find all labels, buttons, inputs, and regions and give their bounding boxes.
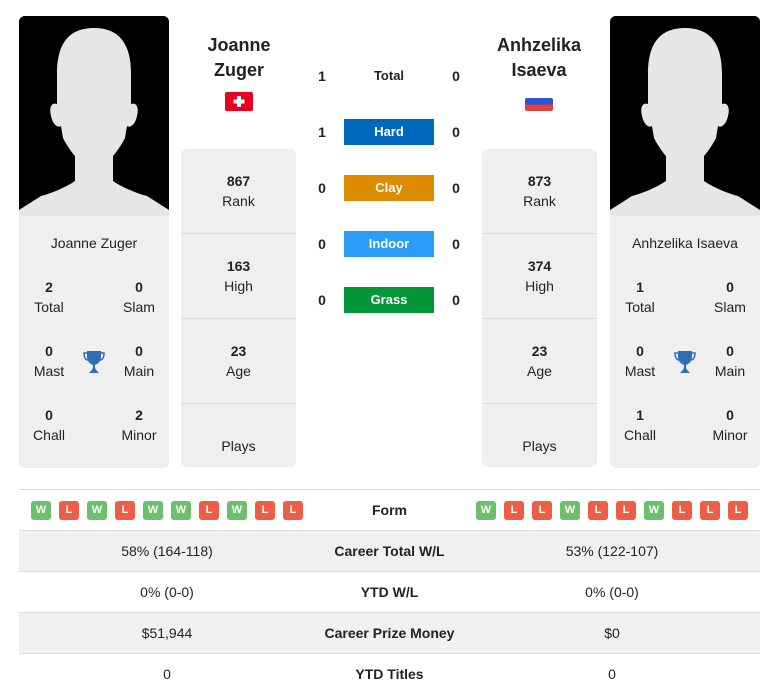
h2h-p1-value: 0 bbox=[318, 236, 326, 252]
player1-chall-titles: 0 Chall bbox=[33, 407, 65, 443]
avatar-silhouette-icon bbox=[19, 16, 169, 216]
h2h-p1-value: 0 bbox=[318, 292, 326, 308]
h2h-clay-row: 0 Clay 0 bbox=[310, 175, 468, 201]
surface-hard-badge[interactable]: Hard bbox=[344, 119, 434, 145]
form-win-badge[interactable]: W bbox=[171, 500, 191, 520]
player2-mast-titles: 0 Mast bbox=[624, 343, 656, 379]
h2h-label: Total bbox=[373, 68, 405, 83]
player1-age: 23 Age bbox=[181, 319, 296, 404]
form-loss-badge[interactable]: L bbox=[115, 500, 135, 520]
player1-form: WLWLWWLWLL bbox=[19, 500, 315, 520]
player2-plays: Plays bbox=[522, 438, 557, 454]
form-loss-badge[interactable]: L bbox=[616, 500, 636, 520]
form-win-badge[interactable]: W bbox=[227, 500, 247, 520]
player2-minor-titles: 0 Minor bbox=[712, 407, 748, 443]
trophy-icon bbox=[670, 330, 700, 394]
form-loss-badge[interactable]: L bbox=[255, 500, 275, 520]
player2-high: 374 High bbox=[482, 234, 597, 319]
form-win-badge[interactable]: W bbox=[143, 500, 163, 520]
form-loss-badge[interactable]: L bbox=[588, 500, 608, 520]
trophy-icon bbox=[79, 330, 109, 394]
player1-ytd-titles: 0 bbox=[163, 666, 171, 682]
form-win-badge[interactable]: W bbox=[476, 500, 496, 520]
comparison-table: WLWLWWLWLL Form WLLWLLWLLL 58% (164-118)… bbox=[19, 489, 760, 694]
form-loss-badge[interactable]: L bbox=[283, 500, 303, 520]
form-win-badge[interactable]: W bbox=[644, 500, 664, 520]
career-wl-row: 58% (164-118) Career Total W/L 53% (122-… bbox=[19, 530, 760, 571]
form-loss-badge[interactable]: L bbox=[532, 500, 552, 520]
player1-prize-money: $51,944 bbox=[141, 625, 193, 641]
player2-form: WLLWLLWLLL bbox=[464, 500, 760, 520]
player1-mast-titles: 0 Mast bbox=[33, 343, 65, 379]
player1-total-titles: 2 Total bbox=[34, 279, 64, 315]
player2-card-name: Anhzelika Isaeva bbox=[632, 235, 738, 251]
form-win-badge[interactable]: W bbox=[31, 500, 51, 520]
player1-main-titles: 0 Main bbox=[123, 343, 155, 379]
avatar-silhouette-icon bbox=[610, 16, 760, 216]
ytd-wl-row: 0% (0-0) YTD W/L 0% (0-0) bbox=[19, 571, 760, 612]
player2-total-titles: 1 Total bbox=[625, 279, 655, 315]
player2-slam-titles: 0 Slam bbox=[714, 279, 746, 315]
h2h-p2-value: 0 bbox=[452, 180, 460, 196]
switzerland-flag-icon bbox=[225, 92, 253, 111]
form-row: WLWLWWLWLL Form WLLWLLWLLL bbox=[19, 489, 760, 530]
h2h-total-row: 1 Total 0 bbox=[310, 63, 468, 89]
player2-main-titles: 0 Main bbox=[714, 343, 746, 379]
form-loss-badge[interactable]: L bbox=[728, 500, 748, 520]
player2-stats-panel: 873 Rank 374 High 23 Age Plays bbox=[482, 149, 597, 467]
prize-money-row: $51,944 Career Prize Money $0 bbox=[19, 612, 760, 653]
h2h-p1-value: 1 bbox=[318, 124, 326, 140]
h2h-p2-value: 0 bbox=[452, 124, 460, 140]
player1-slam-titles: 0 Slam bbox=[123, 279, 155, 315]
form-win-badge[interactable]: W bbox=[87, 500, 107, 520]
russia-flag-icon bbox=[525, 98, 553, 111]
player1-stats-panel: 867 Rank 163 High 23 Age Plays bbox=[181, 149, 296, 467]
row-label: Career Prize Money bbox=[324, 625, 455, 641]
row-label: YTD W/L bbox=[360, 584, 419, 600]
form-loss-badge[interactable]: L bbox=[700, 500, 720, 520]
form-loss-badge[interactable]: L bbox=[59, 500, 79, 520]
row-label: Form bbox=[372, 502, 407, 518]
player1-minor-titles: 2 Minor bbox=[121, 407, 157, 443]
ytd-titles-row: 0 YTD Titles 0 bbox=[19, 653, 760, 694]
player2-ytd-wl: 0% (0-0) bbox=[585, 584, 639, 600]
player1-ytd-wl: 0% (0-0) bbox=[140, 584, 194, 600]
h2h-p1-value: 0 bbox=[318, 180, 326, 196]
player1-career-wl: 58% (164-118) bbox=[121, 543, 213, 559]
player2-chall-titles: 1 Chall bbox=[624, 407, 656, 443]
player2-titles-card: Anhzelika Isaeva 1 Total 0 Slam 0 Mast 0 Mai… bbox=[610, 216, 760, 468]
h2h-p1-value: 1 bbox=[318, 68, 326, 84]
player2-career-wl: 53% (122-107) bbox=[565, 543, 659, 559]
player1-titles-card: Joanne Zuger 2 Total 0 Slam 0 Mast 0 Main 0C… bbox=[19, 216, 169, 468]
player2-ytd-titles: 0 bbox=[608, 666, 616, 682]
form-loss-badge[interactable]: L bbox=[504, 500, 524, 520]
form-loss-badge[interactable]: L bbox=[199, 500, 219, 520]
player2-prize-money: $0 bbox=[604, 625, 620, 641]
player1-name[interactable]: Joanne Zuger bbox=[164, 33, 314, 83]
h2h-hard-row: 1 Hard 0 bbox=[310, 119, 468, 145]
form-win-badge[interactable]: W bbox=[560, 500, 580, 520]
player2-rank: 873 Rank bbox=[482, 149, 597, 234]
player2-photo[interactable] bbox=[610, 16, 760, 216]
surface-indoor-badge[interactable]: Indoor bbox=[344, 231, 434, 257]
h2h-grass-row: 0 Grass 0 bbox=[310, 287, 468, 313]
surface-clay-badge[interactable]: Clay bbox=[344, 175, 434, 201]
form-loss-badge[interactable]: L bbox=[672, 500, 692, 520]
player2-name[interactable]: Anhzelika Isaeva bbox=[464, 33, 614, 83]
player1-high: 163 High bbox=[181, 234, 296, 319]
h2h-indoor-row: 0 Indoor 0 bbox=[310, 231, 468, 257]
player1-rank: 867 Rank bbox=[181, 149, 296, 234]
player1-photo[interactable] bbox=[19, 16, 169, 216]
row-label: YTD Titles bbox=[355, 666, 424, 682]
player2-age: 23 Age bbox=[482, 319, 597, 404]
surface-grass-badge[interactable]: Grass bbox=[344, 287, 434, 313]
h2h-p2-value: 0 bbox=[452, 236, 460, 252]
h2h-p2-value: 0 bbox=[452, 292, 460, 308]
row-label: Career Total W/L bbox=[334, 543, 445, 559]
player1-card-name: Joanne Zuger bbox=[50, 235, 138, 251]
player1-plays: Plays bbox=[221, 438, 256, 454]
